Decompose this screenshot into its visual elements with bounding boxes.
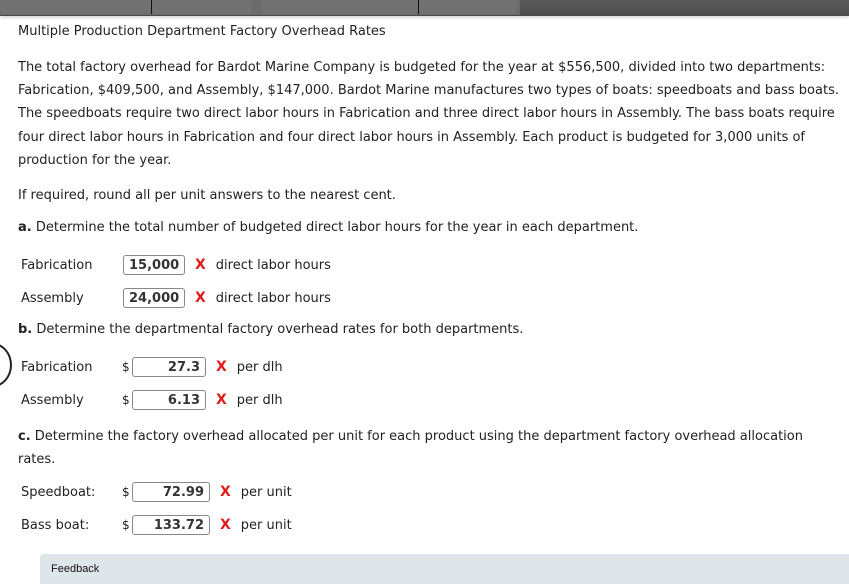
part-a-text: Determine the total number of budgeted d… <box>35 220 639 235</box>
row-unit: per unit <box>240 517 292 533</box>
circle-decoration <box>0 343 12 387</box>
assembly-hours-input[interactable]: 24,000 <box>123 288 185 308</box>
row-unit: per unit <box>240 484 292 500</box>
row-label: Speedboat: <box>21 484 96 500</box>
toolbar-fill <box>520 0 849 15</box>
incorrect-x-icon: X <box>220 484 231 500</box>
part-b-row-fabrication: Fabrication $ 27.3 X per dlh <box>21 356 283 378</box>
top-toolbar <box>0 0 849 16</box>
toolbar-button-right[interactable] <box>419 0 517 14</box>
incorrect-x-icon: X <box>195 290 206 306</box>
bass-boat-overhead-input[interactable]: 133.72 <box>132 515 210 535</box>
toolbar-button-left[interactable] <box>0 0 152 14</box>
row-unit: direct labor hours <box>215 257 331 273</box>
part-b-row-assembly: Assembly $ 6.13 X per dlh <box>21 389 283 411</box>
part-a-row-assembly: Assembly 24,000 X direct labor hours <box>21 287 331 309</box>
incorrect-x-icon: X <box>216 359 227 375</box>
row-unit: direct labor hours <box>215 290 331 306</box>
part-b-prompt: b. Determine the departmental factory ov… <box>18 322 523 337</box>
part-b-text: Determine the departmental factory overh… <box>36 322 524 337</box>
row-label: Bass boat: <box>21 517 90 533</box>
page-title: Multiple Production Department Factory O… <box>18 24 386 39</box>
problem-description: The total factory overhead for Bardot Ma… <box>18 60 839 168</box>
incorrect-x-icon: X <box>220 517 231 533</box>
part-c-text: Determine the factory overhead allocated… <box>18 429 803 467</box>
part-a-letter: a. <box>18 220 32 235</box>
row-unit: per dlh <box>236 392 283 408</box>
currency-symbol: $ <box>122 518 130 532</box>
fabrication-hours-input[interactable]: 15,000 <box>123 255 185 275</box>
toolbar-button-show-me-how[interactable] <box>262 0 418 14</box>
currency-symbol: $ <box>122 360 130 374</box>
row-label: Fabrication <box>21 359 93 375</box>
part-c-row-bass-boat: Bass boat: $ 133.72 X per unit <box>21 514 292 536</box>
rounding-note: If required, round all per unit answers … <box>18 188 396 203</box>
part-c-letter: c. <box>18 429 31 444</box>
assembly-rate-input[interactable]: 6.13 <box>132 390 206 410</box>
row-label: Assembly <box>21 290 84 306</box>
part-a-prompt: a. Determine the total number of budgete… <box>18 220 638 235</box>
speedboat-overhead-input[interactable]: 72.99 <box>132 482 210 502</box>
row-unit: per dlh <box>236 359 283 375</box>
part-c-prompt: c. Determine the factory overhead alloca… <box>18 425 838 471</box>
part-c-row-speedboat: Speedboat: $ 72.99 X per unit <box>21 481 292 503</box>
currency-symbol: $ <box>122 393 130 407</box>
feedback-label: Feedback <box>51 563 100 575</box>
toolbar-button-left-2[interactable] <box>152 0 252 14</box>
incorrect-x-icon: X <box>216 392 227 408</box>
incorrect-x-icon: X <box>195 257 206 273</box>
part-a-row-fabrication: Fabrication 15,000 X direct labor hours <box>21 254 331 276</box>
row-label: Assembly <box>21 392 84 408</box>
row-label: Fabrication <box>21 257 93 273</box>
part-b-letter: b. <box>18 322 33 337</box>
currency-symbol: $ <box>122 485 130 499</box>
fabrication-rate-input[interactable]: 27.3 <box>132 357 206 377</box>
feedback-panel: Feedback <box>40 554 849 584</box>
